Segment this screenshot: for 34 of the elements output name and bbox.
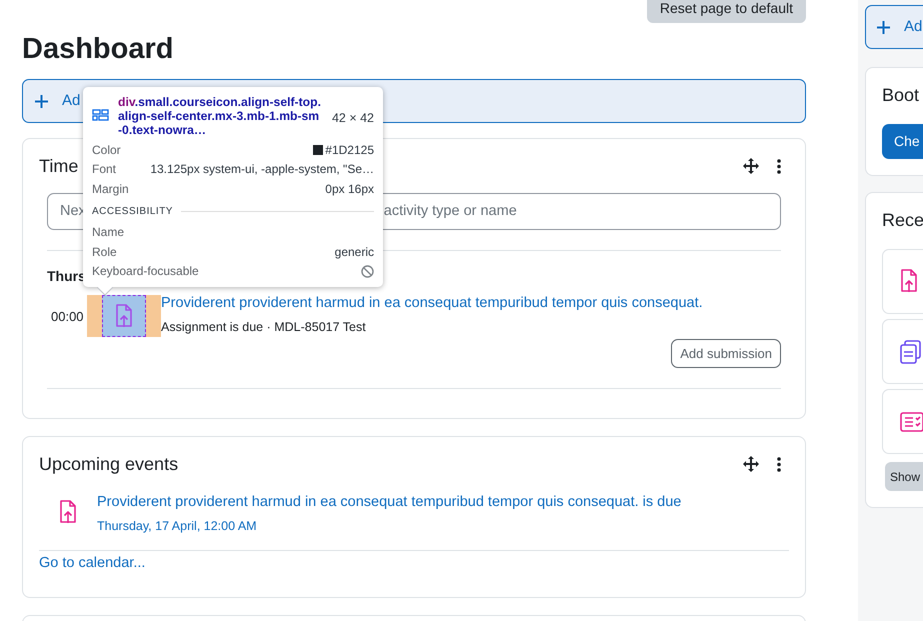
event-date: Thursday, 17 April, 12:00 AM <box>97 518 257 535</box>
add-block-button[interactable]: Ad <box>865 5 923 49</box>
property-label: Font <box>92 161 116 178</box>
plus-icon <box>877 20 890 34</box>
block-title: Rece <box>882 209 923 232</box>
block-title: Time <box>39 154 78 178</box>
activity-item[interactable] <box>882 319 923 384</box>
property-value: generic <box>334 244 374 261</box>
activity-item[interactable] <box>882 249 923 314</box>
menu-icon[interactable] <box>777 456 781 472</box>
property-label: Color <box>92 142 121 159</box>
page-title: Dashboard <box>22 32 174 66</box>
block-button[interactable]: Che <box>882 124 923 159</box>
element-grid-icon <box>92 109 109 121</box>
property-value: #1D2125 <box>313 140 374 159</box>
plus-icon <box>35 94 48 108</box>
property-label: Role <box>92 244 117 261</box>
menu-icon[interactable] <box>777 158 781 174</box>
event-link[interactable]: Providerent providerent harmud in ea consequat tempuribud tempor quis consequat. is due <box>97 492 682 514</box>
event-time: 00:00 <box>51 308 85 326</box>
section-heading: ACCESSIBILITY <box>92 205 173 219</box>
block-title: Boot <box>882 84 920 107</box>
reset-page-button[interactable]: Reset page to default <box>646 0 806 23</box>
move-icon[interactable] <box>743 158 759 174</box>
show-more-button[interactable]: Show <box>885 462 923 491</box>
event-subtitle: Assignment is due · MDL-85017 Test <box>161 318 366 336</box>
move-icon[interactable] <box>743 456 759 472</box>
calendar-link[interactable]: Go to calendar... <box>39 552 146 574</box>
property-value: 13.125px system-ui, -apple-system, "Se… <box>150 161 374 178</box>
block-title: Upcoming events <box>39 452 178 476</box>
event-link[interactable]: Providerent providerent harmud in ea consequat tempuribud tempor quis consequat. <box>161 293 703 315</box>
property-label: Keyboard-focusable <box>92 263 199 280</box>
add-submission-button[interactable]: Add submission <box>671 339 781 368</box>
activity-item[interactable] <box>882 389 923 454</box>
